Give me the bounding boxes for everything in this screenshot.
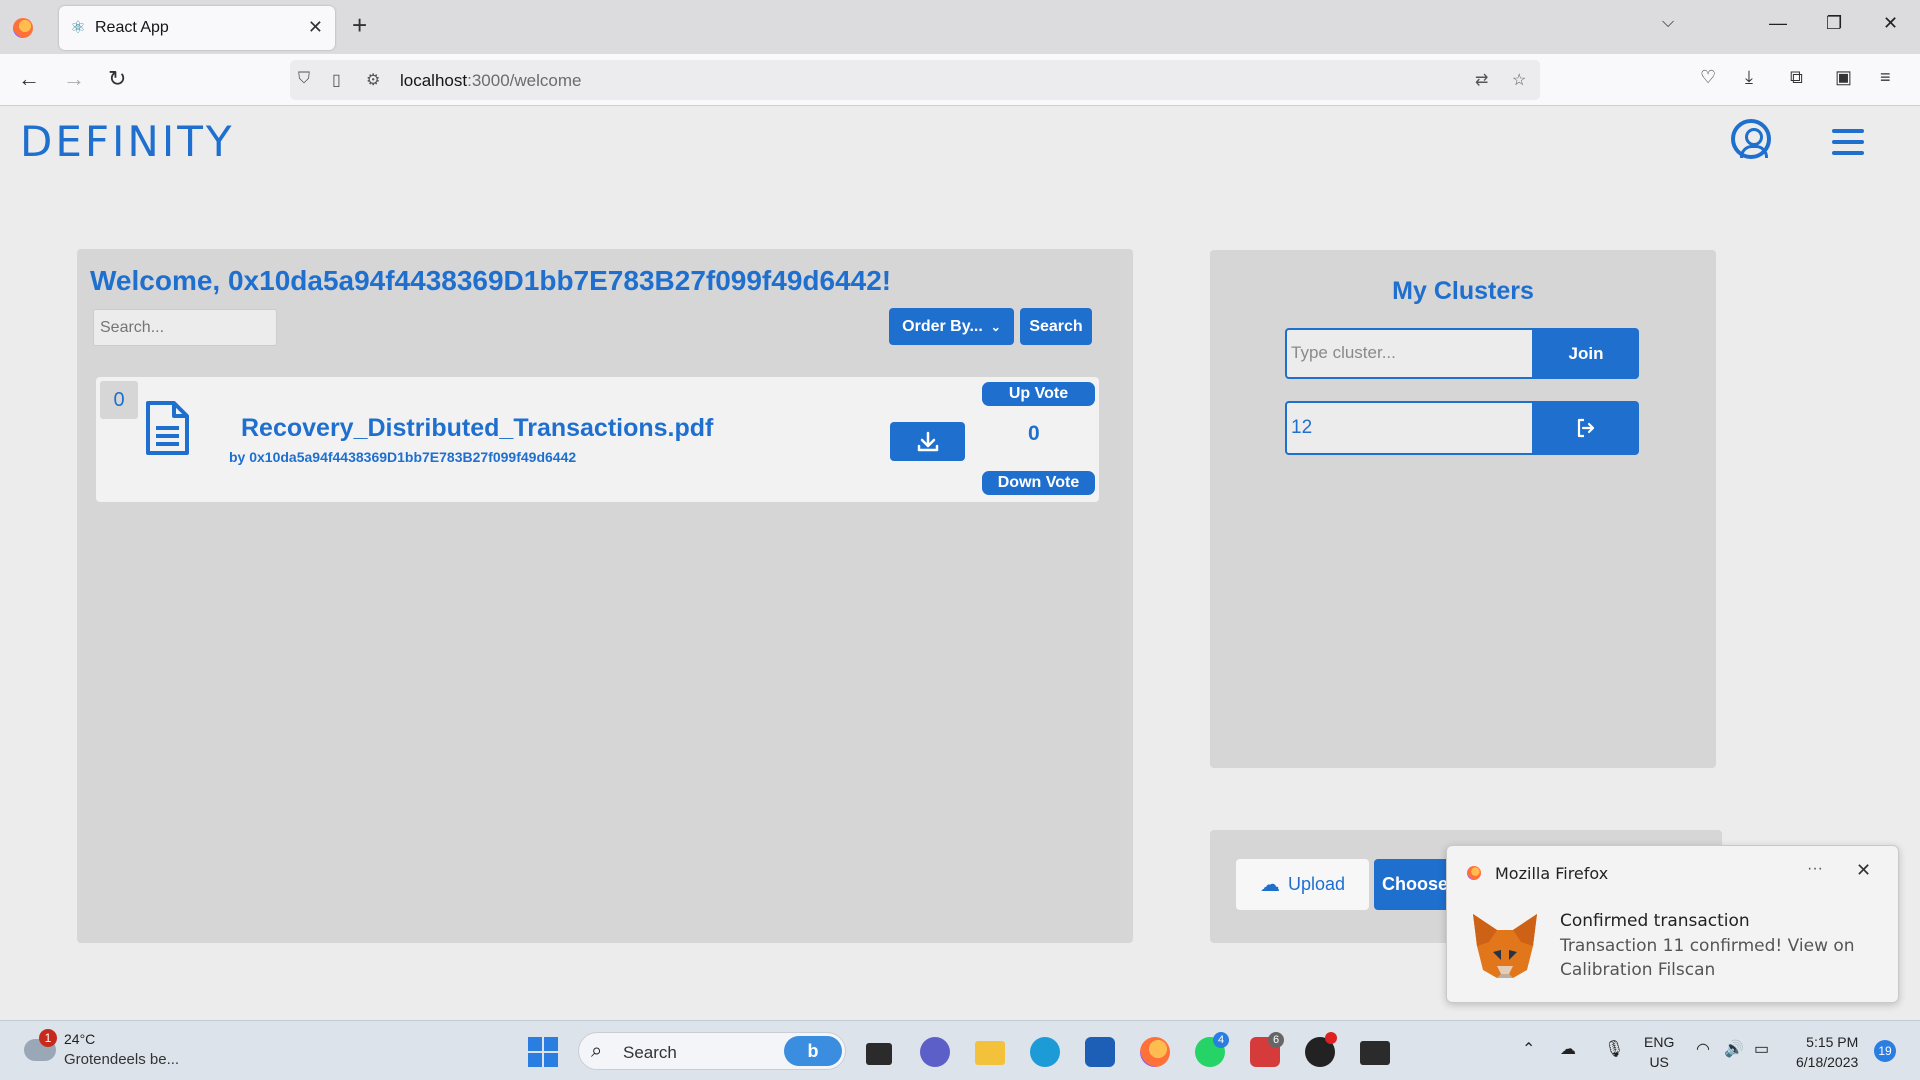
shield-icon[interactable]: ⛉ bbox=[298, 70, 310, 88]
system-clock[interactable]: 5:15 PM 6/18/2023 bbox=[1796, 1032, 1858, 1072]
download-icon bbox=[917, 431, 938, 451]
notification-title: Confirmed transaction bbox=[1560, 911, 1750, 931]
clusters-title: My Clusters bbox=[1392, 277, 1534, 305]
hamburger-menu-icon[interactable] bbox=[1832, 129, 1864, 162]
close-tab-icon[interactable]: ✕ bbox=[308, 17, 323, 38]
downloads-icon[interactable]: ⤓ bbox=[1745, 67, 1753, 88]
store-icon[interactable] bbox=[1085, 1037, 1115, 1067]
new-tab-icon[interactable]: + bbox=[352, 11, 367, 39]
windows-taskbar: 1 24°C Grotendeels be... ⌕ Search b 4 6 … bbox=[0, 1020, 1920, 1080]
react-icon: ⚛ bbox=[70, 18, 86, 37]
extensions-icon[interactable]: ⧉ bbox=[1790, 67, 1803, 88]
weather-badge: 1 bbox=[39, 1029, 57, 1047]
app-menu-icon[interactable]: ≡ bbox=[1880, 67, 1891, 88]
task-view-icon[interactable] bbox=[866, 1043, 892, 1065]
vote-count: 0 bbox=[1028, 422, 1040, 445]
back-icon[interactable]: ← bbox=[18, 66, 40, 92]
file-card: 0 Recovery_Distributed_Transactions.pdf … bbox=[96, 377, 1099, 502]
page-icon[interactable]: ▯ bbox=[332, 70, 341, 90]
microphone-icon[interactable]: 🎙 bbox=[1604, 1039, 1624, 1059]
files-panel: Welcome, 0x10da5a94f4438369D1bb7E783B27f… bbox=[77, 249, 1133, 943]
file-name-link[interactable]: Recovery_Distributed_Transactions.pdf bbox=[241, 414, 713, 443]
forward-icon[interactable]: → bbox=[63, 66, 85, 92]
order-by-label: Order By... bbox=[902, 317, 983, 335]
onedrive-icon[interactable]: ☁ bbox=[1560, 1039, 1576, 1059]
language-indicator[interactable]: ENG US bbox=[1644, 1032, 1674, 1072]
welcome-heading: Welcome, 0x10da5a94f4438369D1bb7E783B27f… bbox=[90, 265, 892, 296]
notification-app-name: Mozilla Firefox bbox=[1495, 864, 1609, 883]
volume-icon[interactable]: 🔊 bbox=[1724, 1039, 1744, 1059]
download-button[interactable] bbox=[890, 422, 965, 461]
cluster-input[interactable]: Type cluster... bbox=[1285, 328, 1534, 379]
file-author: by 0x10da5a94f4438369D1bb7E783B27f099f49… bbox=[229, 449, 577, 465]
cloud-upload-icon: ☁ bbox=[1259, 874, 1280, 896]
file-index-badge: 0 bbox=[100, 381, 138, 419]
weather-temperature[interactable]: 24°C bbox=[64, 1031, 95, 1047]
taskbar-search[interactable]: ⌕ Search b bbox=[578, 1032, 846, 1070]
file-explorer-icon[interactable] bbox=[975, 1041, 1005, 1065]
battery-icon[interactable]: ▭ bbox=[1754, 1039, 1769, 1059]
url-text[interactable]: localhost:3000/welcome bbox=[400, 71, 581, 91]
firefox-taskbar-icon[interactable] bbox=[1140, 1037, 1170, 1067]
upload-button[interactable]: ☁ Upload bbox=[1236, 859, 1369, 910]
clock-time: 5:15 PM bbox=[1806, 1034, 1859, 1050]
browser-nav-bar: ← → ↻ ⛉ ▯ ⚙ localhost:3000/welcome ⇄ ☆ ♡… bbox=[0, 54, 1920, 106]
minimize-icon[interactable]: — bbox=[1769, 13, 1787, 34]
pocket-icon[interactable]: ♡ bbox=[1700, 67, 1716, 88]
terminal-icon[interactable] bbox=[1360, 1041, 1390, 1065]
metamask-fox-icon bbox=[1473, 914, 1537, 978]
bookmark-star-icon[interactable]: ☆ bbox=[1512, 70, 1526, 90]
search-input[interactable] bbox=[93, 309, 277, 346]
close-icon[interactable]: ✕ bbox=[1856, 860, 1871, 881]
taskbar-search-label: Search bbox=[623, 1043, 677, 1062]
cluster-id-field[interactable]: 12 bbox=[1285, 401, 1534, 455]
document-icon bbox=[146, 401, 189, 455]
search-icon: ⌕ bbox=[591, 1040, 603, 1062]
more-options-icon[interactable]: ··· bbox=[1807, 860, 1823, 878]
tab-title: React App bbox=[95, 19, 169, 36]
bing-icon[interactable]: b bbox=[784, 1036, 842, 1066]
metamask-extension-icon[interactable]: ▣ bbox=[1835, 67, 1852, 88]
todo-badge: 6 bbox=[1268, 1032, 1284, 1048]
whatsapp-badge: 4 bbox=[1213, 1032, 1229, 1048]
restore-icon[interactable]: ❐ bbox=[1826, 13, 1842, 34]
order-by-dropdown[interactable]: Order By... ⌄ bbox=[889, 308, 1014, 345]
firefox-logo-icon bbox=[1467, 866, 1481, 880]
tab-react-app[interactable]: ⚛ React App ✕ bbox=[59, 6, 335, 50]
reload-icon[interactable]: ↻ bbox=[108, 66, 126, 92]
upvote-button[interactable]: Up Vote bbox=[982, 382, 1095, 406]
status-dot bbox=[1325, 1032, 1337, 1044]
downvote-button[interactable]: Down Vote bbox=[982, 471, 1095, 495]
notification-toast[interactable]: Mozilla Firefox ··· ✕ Confirmed transact… bbox=[1446, 845, 1899, 1003]
notification-count-badge[interactable]: 19 bbox=[1874, 1040, 1896, 1062]
user-account-icon[interactable] bbox=[1731, 119, 1771, 159]
browser-tab-bar: ⚛ React App ✕ + ⌵ — ❐ ✕ bbox=[0, 0, 1920, 54]
clusters-panel: My Clusters Type cluster... Join 12 bbox=[1210, 250, 1716, 768]
search-button[interactable]: Search bbox=[1020, 308, 1092, 345]
teams-chat-icon[interactable] bbox=[920, 1037, 950, 1067]
clock-date: 6/18/2023 bbox=[1796, 1054, 1859, 1070]
region-code: US bbox=[1649, 1054, 1669, 1070]
chevron-down-icon[interactable]: ⌵ bbox=[1662, 14, 1674, 32]
windows-start-icon[interactable] bbox=[528, 1037, 558, 1067]
leave-cluster-button[interactable] bbox=[1533, 401, 1639, 455]
upload-label: Upload bbox=[1287, 874, 1346, 894]
permissions-icon[interactable]: ⚙ bbox=[366, 70, 380, 90]
address-bar[interactable]: ⛉ ▯ ⚙ localhost:3000/welcome ⇄ ☆ bbox=[290, 60, 1540, 100]
sign-out-icon bbox=[1577, 418, 1595, 438]
notification-body: Transaction 11 confirmed! View on Calibr… bbox=[1560, 936, 1855, 980]
edge-browser-icon[interactable] bbox=[1030, 1037, 1060, 1067]
close-window-icon[interactable]: ✕ bbox=[1883, 13, 1898, 34]
translate-icon[interactable]: ⇄ bbox=[1475, 70, 1488, 90]
join-button[interactable]: Join bbox=[1533, 328, 1639, 379]
lang-code: ENG bbox=[1644, 1034, 1675, 1050]
chevron-down-icon: ⌄ bbox=[990, 319, 1001, 334]
firefox-logo-icon[interactable] bbox=[13, 18, 33, 38]
weather-description[interactable]: Grotendeels be... bbox=[64, 1051, 179, 1068]
app-logo[interactable]: DEFINITY bbox=[20, 117, 235, 166]
wifi-icon[interactable]: ◠ bbox=[1696, 1039, 1710, 1059]
chevron-up-icon[interactable]: ⌃ bbox=[1522, 1039, 1535, 1059]
